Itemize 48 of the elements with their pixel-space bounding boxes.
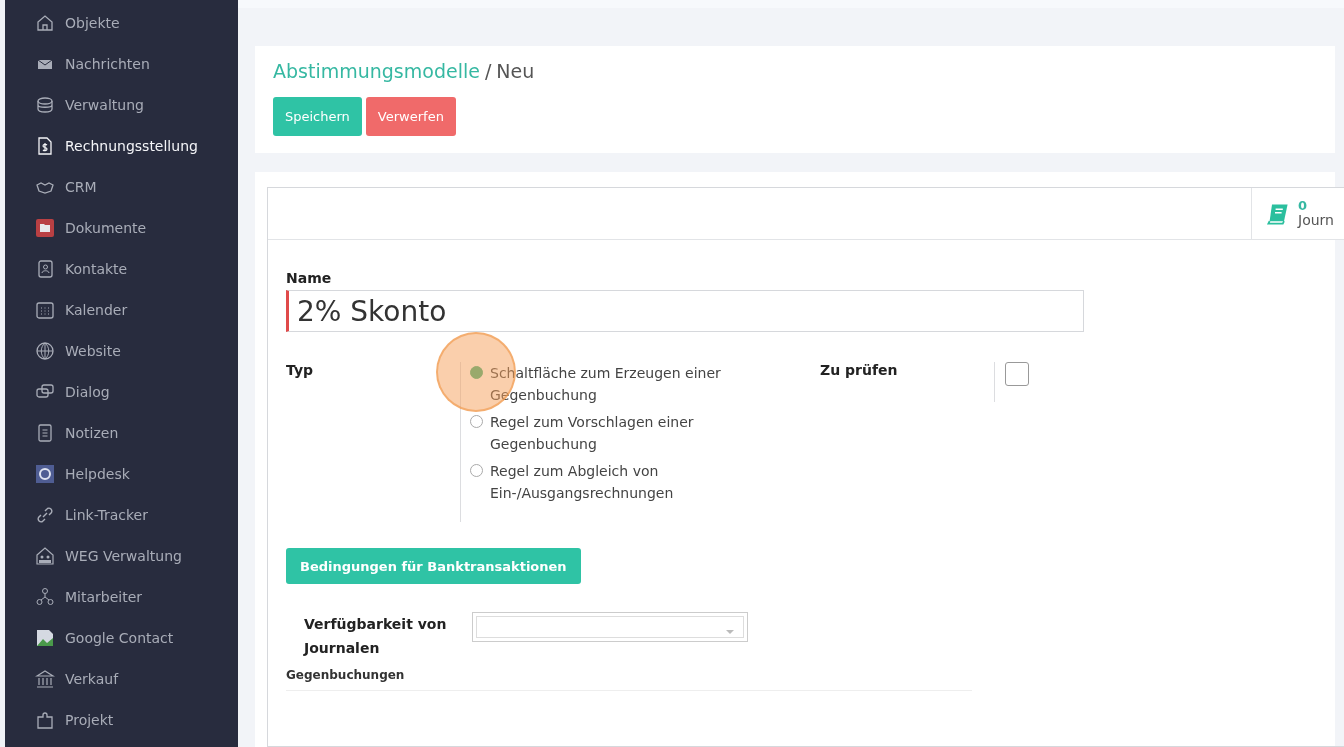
sidebar-item[interactable]: Verwaltung bbox=[5, 84, 238, 125]
journals-label: Verfügbarkeit von Journalen bbox=[302, 615, 448, 658]
sidebar-item[interactable]: Notizen bbox=[5, 412, 238, 453]
image-icon bbox=[35, 627, 55, 648]
invoice-icon bbox=[35, 135, 55, 156]
sidebar-item[interactable]: Dokumente bbox=[5, 207, 238, 248]
checkbox[interactable] bbox=[1005, 362, 1029, 386]
sidebar-item[interactable]: Google Contact bbox=[5, 617, 238, 658]
bank-icon bbox=[35, 668, 55, 689]
journals-select-field[interactable] bbox=[472, 612, 748, 642]
breadcrumb-separator: / bbox=[484, 60, 492, 82]
counter-entries-label: Gegenbuchungen bbox=[286, 668, 406, 682]
sidebar-item[interactable]: Link-Tracker bbox=[5, 494, 238, 535]
breadcrumb-current: Neu bbox=[496, 60, 535, 82]
sidebar-item[interactable]: Dialog bbox=[5, 371, 238, 412]
sidebar-item[interactable]: Mitarbeiter bbox=[5, 576, 238, 617]
org-icon bbox=[35, 586, 55, 607]
name-input-field[interactable]: 2% Skonto bbox=[286, 290, 1084, 332]
sidebar-item[interactable]: Objekte bbox=[5, 2, 238, 43]
book-icon bbox=[1266, 201, 1290, 226]
journal-smart-button[interactable]: 0 Journ bbox=[1251, 188, 1344, 239]
name-label: Name bbox=[286, 270, 333, 286]
lifebuoy-icon bbox=[35, 463, 55, 484]
coins-icon bbox=[35, 94, 55, 115]
type-label: Typ bbox=[286, 362, 315, 380]
to-check-label: Zu prüfen bbox=[820, 362, 899, 380]
sidebar-item[interactable]: Helpdesk bbox=[5, 453, 238, 494]
sidebar-item[interactable]: Projekt bbox=[5, 699, 238, 740]
people-icon bbox=[35, 545, 55, 566]
sidebar-item[interactable]: Rechnungsstellung bbox=[5, 125, 238, 166]
globe-icon bbox=[35, 340, 55, 361]
radio-label: Regel zum Abgleich von Ein-/Ausgangsrechnungen bbox=[490, 462, 675, 503]
calendar-icon bbox=[35, 299, 55, 320]
sidebar-item[interactable]: CRM bbox=[5, 166, 238, 207]
radio-button[interactable] bbox=[470, 366, 483, 379]
sidebar-item[interactable]: Website bbox=[5, 330, 238, 371]
caret-icon bbox=[725, 629, 735, 635]
puzzle-icon bbox=[35, 709, 55, 730]
note-icon bbox=[35, 422, 55, 443]
sidebar-item[interactable]: Nachrichten bbox=[5, 43, 238, 84]
sidebar-item[interactable]: WEG Verwaltung bbox=[5, 535, 238, 576]
folder-icon bbox=[35, 217, 55, 238]
radio-label: Regel zum Vorschlagen einer Gegenbuchung bbox=[490, 413, 695, 454]
sidebar-item[interactable]: Kontakte bbox=[5, 248, 238, 289]
sidebar-item[interactable]: Kalender bbox=[5, 289, 238, 330]
link-icon bbox=[35, 504, 55, 525]
sidebar-item[interactable]: Verkauf bbox=[5, 658, 238, 699]
contact-icon bbox=[35, 258, 55, 279]
